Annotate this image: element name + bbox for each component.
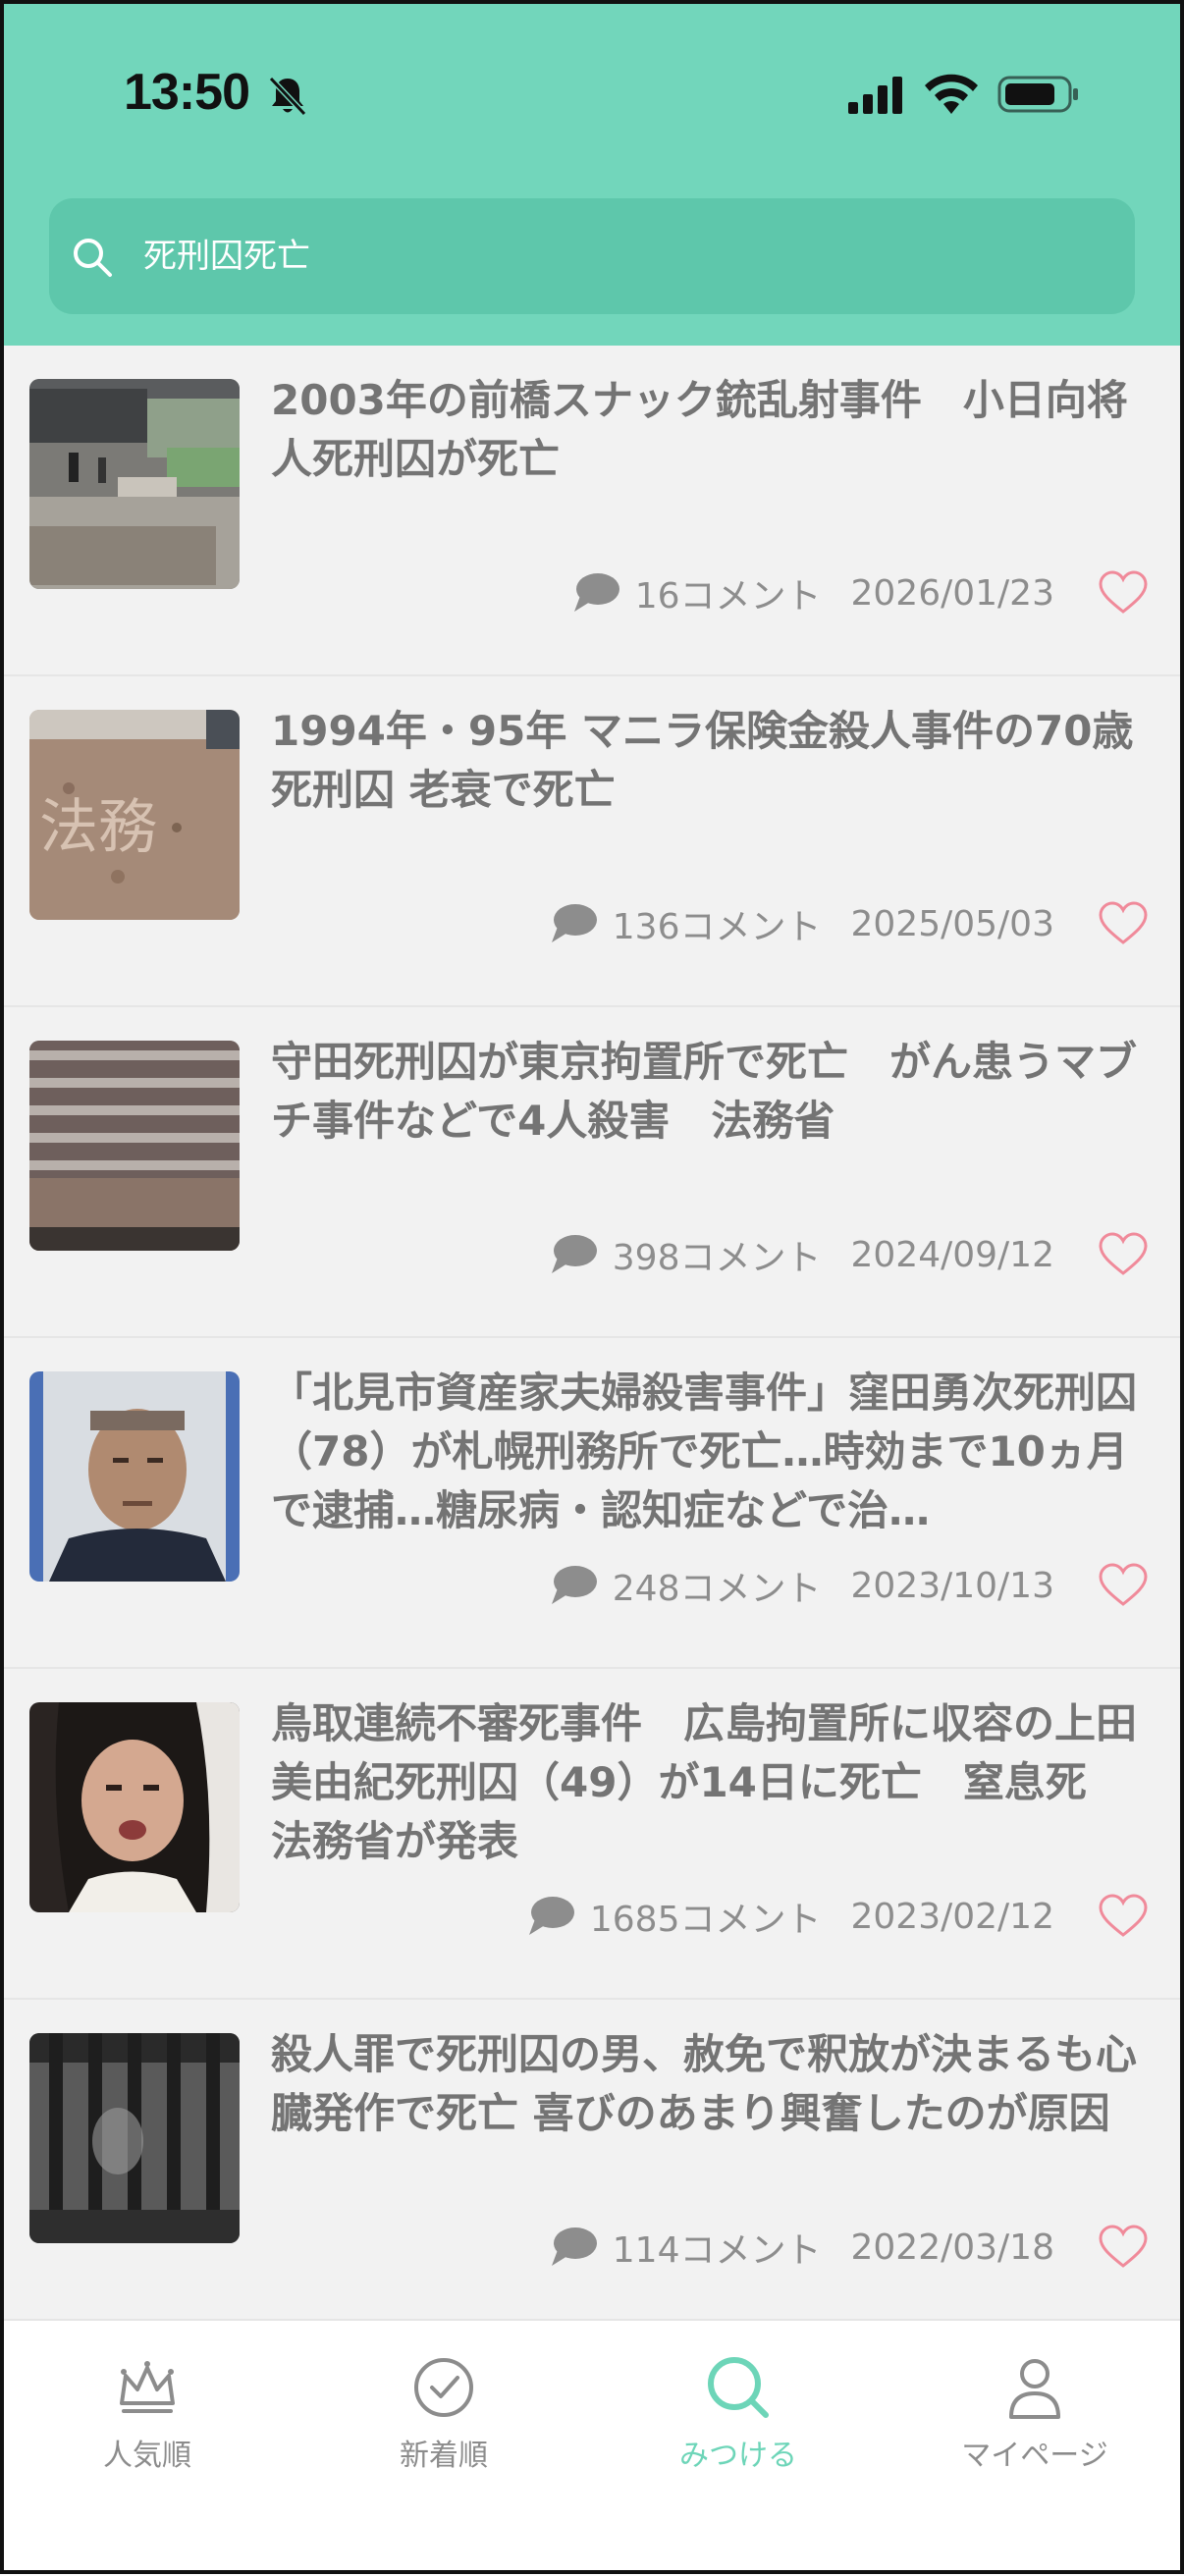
tab-mypage[interactable]: マイページ bbox=[888, 2342, 1182, 2480]
comment-count: 136コメント bbox=[612, 907, 822, 947]
heart-icon[interactable] bbox=[1098, 1894, 1149, 1939]
list-item[interactable]: 2003年の前橋スナック銃乱射事件 小日向将人死刑囚が死亡 16コメント 202… bbox=[0, 346, 1184, 676]
crown-icon bbox=[120, 2361, 175, 2413]
search-bar[interactable] bbox=[49, 198, 1135, 314]
article-list: 2003年の前橋スナック銃乱射事件 小日向将人死刑囚が死亡 16コメント 202… bbox=[0, 346, 1184, 2331]
list-item[interactable]: 守田死刑囚が東京拘置所で死亡 がん患うマブチ事件などで4人殺害 法務省 398コ… bbox=[0, 1007, 1184, 1338]
device-frame bbox=[0, 0, 1184, 4]
comment-icon bbox=[551, 1235, 597, 1273]
clock-icon bbox=[414, 2358, 473, 2417]
device-frame bbox=[1180, 0, 1184, 2574]
search-icon bbox=[708, 2357, 769, 2418]
list-item[interactable]: 鳥取連続不審死事件 広島拘置所に収容の上田美由紀死刑囚（49）が14日に死亡 窒… bbox=[0, 1669, 1184, 2000]
tab-discover[interactable]: みつける bbox=[591, 2342, 886, 2480]
article-meta: 1685コメント 2023/02/12 bbox=[525, 1887, 1149, 1946]
list-item[interactable]: 殺人罪で死刑囚の男、赦免で釈放が決まるも心臓発作で死亡 喜びのあまり興奮したのが… bbox=[0, 2000, 1184, 2331]
comment-count: 16コメント bbox=[634, 576, 822, 617]
comment-icon bbox=[551, 2227, 597, 2266]
article-title: 1994年・95年 マニラ保険金殺人事件の70歳死刑囚 老衰で死亡 bbox=[271, 707, 1134, 814]
tab-label: 人気順 bbox=[103, 2439, 191, 2473]
device-frame bbox=[0, 0, 4, 2574]
article-thumbnail bbox=[29, 379, 240, 589]
tab-newest[interactable]: 新着順 bbox=[296, 2342, 591, 2480]
article-date: 2024/09/12 bbox=[850, 1234, 1055, 1275]
article-title: 「北見市資産家夫婦殺害事件」窪田勇次死刑囚（78）が札幌刑務所で死亡…時効まで1… bbox=[271, 1368, 1138, 1534]
comment-count: 248コメント bbox=[612, 1569, 822, 1609]
article-title: 殺人罪で死刑囚の男、赦免で釈放が決まるも心臓発作で死亡 喜びのあまり興奮したのが… bbox=[271, 2030, 1138, 2137]
article-title: 鳥取連続不審死事件 広島拘置所に収容の上田美由紀死刑囚（49）が14日に死亡 窒… bbox=[271, 1699, 1138, 1865]
article-meta: 248コメント 2023/10/13 bbox=[548, 1556, 1149, 1615]
person-icon bbox=[1009, 2359, 1060, 2419]
battery-icon bbox=[997, 76, 1078, 113]
article-meta: 16コメント 2026/01/23 bbox=[570, 564, 1149, 622]
search-icon bbox=[74, 239, 112, 277]
article-meta: 114コメント 2022/03/18 bbox=[548, 2218, 1149, 2277]
article-meta: 136コメント 2025/05/03 bbox=[548, 894, 1149, 953]
header: 13:50 bbox=[0, 0, 1184, 346]
article-date: 2026/01/23 bbox=[850, 572, 1055, 614]
article-thumbnail bbox=[29, 2033, 240, 2243]
status-time: 13:50 bbox=[124, 64, 250, 121]
heart-icon[interactable] bbox=[1098, 1232, 1149, 1277]
tab-popular[interactable]: 人気順 bbox=[0, 2342, 295, 2480]
heart-icon[interactable] bbox=[1098, 570, 1149, 616]
tab-label: みつける bbox=[679, 2439, 797, 2473]
article-thumbnail bbox=[29, 1041, 240, 1251]
bell-off-icon bbox=[268, 76, 307, 117]
cellular-signal-icon bbox=[848, 77, 902, 114]
comment-count: 398コメント bbox=[612, 1238, 822, 1278]
article-thumbnail: 法務 bbox=[29, 710, 240, 920]
device-frame bbox=[0, 2570, 1184, 2574]
list-item[interactable]: 法務 1994年・95年 マニラ保険金殺人事件の70歳死刑囚 老衰で死亡 136… bbox=[0, 676, 1184, 1007]
comment-count: 1685コメント bbox=[589, 1900, 822, 1940]
article-thumbnail bbox=[29, 1371, 240, 1582]
comment-icon bbox=[573, 573, 619, 612]
article-date: 2022/03/18 bbox=[850, 2227, 1055, 2268]
svg-text:法務: 法務 bbox=[39, 793, 157, 862]
tab-label: マイページ bbox=[961, 2439, 1108, 2473]
heart-icon[interactable] bbox=[1098, 2225, 1149, 2270]
article-date: 2025/05/03 bbox=[850, 903, 1055, 944]
tab-label: 新着順 bbox=[400, 2439, 488, 2473]
article-thumbnail bbox=[29, 1702, 240, 1912]
tab-bar: 人気順 新着順 みつける マイページ bbox=[0, 2319, 1184, 2576]
heart-icon[interactable] bbox=[1098, 1563, 1149, 1608]
article-date: 2023/10/13 bbox=[850, 1565, 1055, 1606]
search-input[interactable] bbox=[141, 232, 1029, 273]
comment-icon bbox=[551, 904, 597, 942]
article-title: 守田死刑囚が東京拘置所で死亡 がん患うマブチ事件などで4人殺害 法務省 bbox=[271, 1038, 1138, 1145]
comment-count: 114コメント bbox=[612, 2230, 822, 2271]
article-date: 2023/02/12 bbox=[850, 1896, 1055, 1937]
list-item[interactable]: 「北見市資産家夫婦殺害事件」窪田勇次死刑囚（78）が札幌刑務所で死亡…時効まで1… bbox=[0, 1338, 1184, 1669]
article-meta: 398コメント 2024/09/12 bbox=[548, 1225, 1149, 1284]
wifi-icon bbox=[925, 74, 978, 114]
heart-icon[interactable] bbox=[1098, 901, 1149, 946]
comment-icon bbox=[528, 1897, 574, 1935]
article-title: 2003年の前橋スナック銃乱射事件 小日向将人死刑囚が死亡 bbox=[271, 376, 1128, 483]
comment-icon bbox=[551, 1566, 597, 1604]
